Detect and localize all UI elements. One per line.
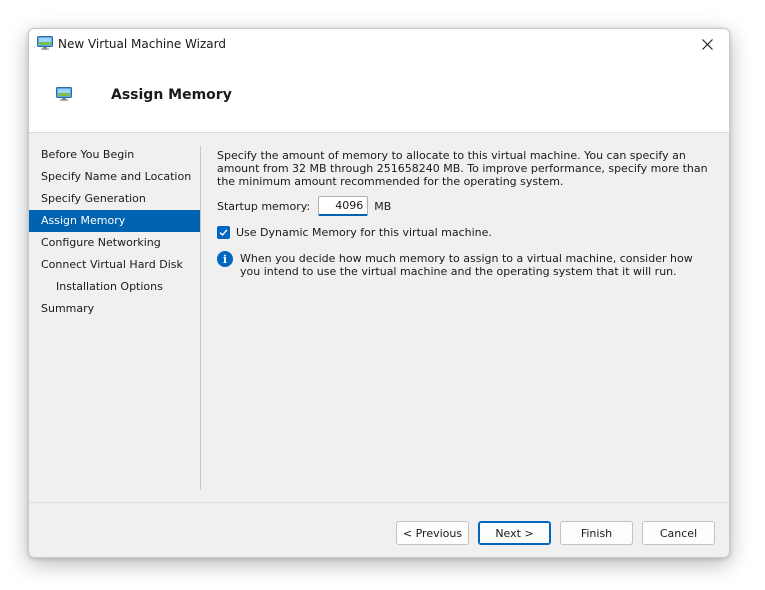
previous-button[interactable]: < Previous bbox=[396, 521, 469, 545]
step-before-you-begin[interactable]: Before You Begin bbox=[29, 144, 200, 166]
startup-memory-input[interactable] bbox=[318, 196, 369, 216]
finish-button[interactable]: Finish bbox=[560, 521, 633, 545]
page-title: Assign Memory bbox=[111, 87, 232, 103]
step-configure-networking[interactable]: Configure Networking bbox=[29, 232, 200, 254]
step-specify-generation[interactable]: Specify Generation bbox=[29, 188, 200, 210]
step-assign-memory[interactable]: Assign Memory bbox=[29, 210, 200, 232]
dynamic-memory-label[interactable]: Use Dynamic Memory for this virtual mach… bbox=[236, 226, 492, 239]
dynamic-memory-checkbox[interactable] bbox=[217, 226, 230, 239]
main-content: Specify the amount of memory to allocate… bbox=[217, 149, 717, 278]
info-text: When you decide how much memory to assig… bbox=[240, 252, 693, 278]
window-title: New Virtual Machine Wizard bbox=[58, 37, 226, 51]
memory-description: Specify the amount of memory to allocate… bbox=[217, 149, 708, 188]
checkmark-icon bbox=[219, 229, 228, 237]
close-icon bbox=[701, 38, 713, 50]
wizard-header: Assign Memory bbox=[29, 59, 729, 133]
close-button[interactable] bbox=[685, 29, 729, 59]
cancel-button[interactable]: Cancel bbox=[642, 521, 715, 545]
step-specify-name-and-location[interactable]: Specify Name and Location bbox=[29, 166, 200, 188]
dynamic-memory-row: Use Dynamic Memory for this virtual mach… bbox=[217, 226, 492, 239]
startup-memory-label: Startup memory: bbox=[217, 199, 311, 213]
vm-monitor-icon bbox=[37, 36, 53, 50]
step-installation-options[interactable]: Installation Options bbox=[29, 276, 200, 298]
title-bar: New Virtual Machine Wizard bbox=[29, 29, 729, 59]
vm-monitor-icon bbox=[56, 87, 72, 101]
wizard-window: New Virtual Machine Wizard Assign Memory… bbox=[28, 28, 730, 558]
step-summary[interactable]: Summary bbox=[29, 298, 200, 320]
footer-divider bbox=[29, 502, 729, 503]
wizard-steps-nav: Before You Begin Specify Name and Locati… bbox=[29, 144, 200, 320]
next-button[interactable]: Next > bbox=[478, 521, 551, 545]
memory-unit-label: MB bbox=[374, 199, 392, 213]
step-connect-virtual-hard-disk[interactable]: Connect Virtual Hard Disk bbox=[29, 254, 200, 276]
info-icon: i bbox=[217, 251, 233, 267]
sidebar-divider bbox=[200, 146, 201, 490]
startup-memory-row: Startup memory: MB bbox=[217, 196, 391, 216]
